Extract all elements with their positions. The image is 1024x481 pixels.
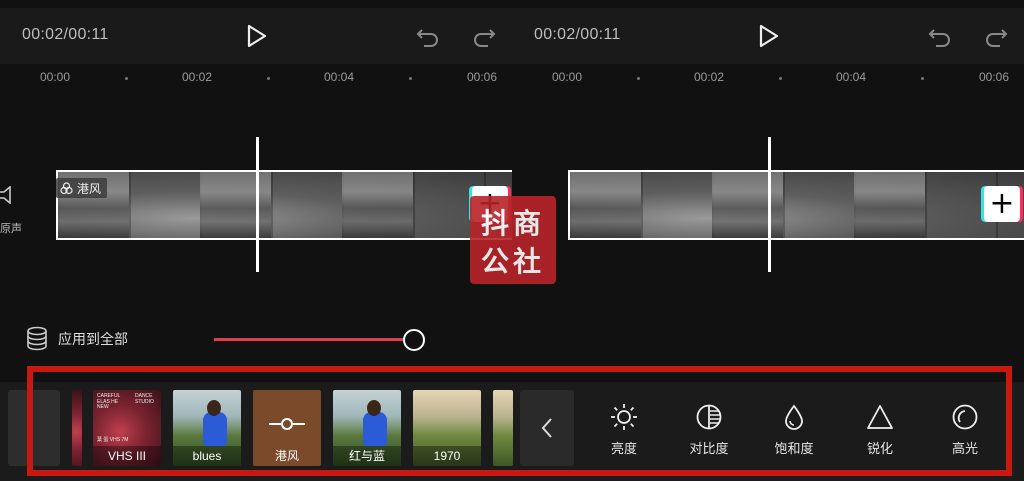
ruler-dot <box>779 77 782 80</box>
intensity-slider-track[interactable] <box>214 338 414 341</box>
drop-icon <box>785 404 803 430</box>
plus-icon: + <box>989 186 1015 221</box>
speaker-icon[interactable] <box>0 186 16 204</box>
ruler-tick: 00:06 <box>467 70 498 84</box>
ruler-tick: 00:06 <box>979 70 1010 84</box>
ruler-tick: 00:04 <box>324 70 355 84</box>
play-icon[interactable] <box>246 24 268 48</box>
redo-icon[interactable] <box>472 26 496 48</box>
clip-filter-tag: 港风 <box>56 178 108 198</box>
tool-highlight[interactable]: 高光 <box>930 398 1000 462</box>
apply-all-label: 应用到全部 <box>58 331 128 347</box>
filter-tile-vhs-iii[interactable]: CAREFUL ELAS HE NEW DANCE STUDIO 葉 蛋 VHS… <box>93 390 161 466</box>
tool-sharpen[interactable]: 锐化 <box>845 398 915 462</box>
undo-icon[interactable] <box>416 26 440 48</box>
clip-frame <box>712 172 783 238</box>
watermark-text: 公社 <box>480 245 545 278</box>
filter-tile-red-blue[interactable]: 红与蓝 <box>333 390 401 466</box>
ruler-dot <box>409 77 412 80</box>
chevron-left-icon <box>541 418 552 438</box>
clip-frame <box>200 172 271 238</box>
filter-tile-blues[interactable]: blues <box>173 390 241 466</box>
undo-icon[interactable] <box>928 26 952 48</box>
clip-frame <box>854 172 925 238</box>
ruler-tick: 00:04 <box>836 70 867 84</box>
timeline-ruler: 00:00 00:02 00:04 00:06 <box>512 64 1024 94</box>
video-clip[interactable] <box>568 170 1024 240</box>
sun-icon <box>611 404 637 430</box>
filter-tile-label: 港风 <box>274 449 299 463</box>
tool-label: 高光 <box>951 441 978 456</box>
ruler-dot <box>125 77 128 80</box>
ruler-tick: 00:00 <box>40 70 71 84</box>
watermark-logo: 抖商 公社 <box>470 196 556 284</box>
filter-tile-label: 1970 <box>413 446 481 466</box>
ruler-dot <box>267 77 270 80</box>
playback-time: 00:02/00:11 <box>534 26 621 43</box>
playhead[interactable] <box>768 137 771 272</box>
highlight-icon <box>952 404 978 430</box>
ruler-dot <box>921 77 924 80</box>
play-icon[interactable] <box>758 24 780 48</box>
layers-icon <box>27 326 47 351</box>
timeline-ruler: 00:00 00:02 00:04 00:06 <box>0 64 512 94</box>
clip-filter-name: 港风 <box>77 181 102 196</box>
triangle-icon <box>867 405 893 429</box>
filter-tile-label: 红与蓝 <box>333 446 401 466</box>
album-text: DANCE STUDIO <box>135 393 154 405</box>
watermark-text: 抖商 <box>480 207 545 240</box>
tool-contrast[interactable]: 对比度 <box>674 398 744 462</box>
tool-label: 亮度 <box>610 441 637 456</box>
video-clip[interactable] <box>56 170 512 240</box>
album-text: 葉 蛋 VHS 7M <box>97 437 129 443</box>
ruler-dot <box>637 77 640 80</box>
tool-saturation[interactable]: 饱和度 <box>759 398 829 462</box>
intensity-slider-knob[interactable] <box>403 329 425 351</box>
tool-label: 饱和度 <box>774 441 814 456</box>
filter-tile-partial[interactable] <box>493 390 513 466</box>
filter-tile-partial[interactable] <box>72 390 82 466</box>
tool-label: 对比度 <box>689 441 729 456</box>
album-text: CAREFUL ELAS HE NEW <box>97 393 121 410</box>
filter-icon <box>60 181 73 194</box>
apply-all-toggle[interactable]: 应用到全部 <box>26 326 128 352</box>
clip-frame <box>342 172 413 238</box>
tool-brightness[interactable]: 亮度 <box>589 398 659 462</box>
ruler-tick: 00:02 <box>694 70 725 84</box>
playhead[interactable] <box>256 137 259 272</box>
adjust-intensity-icon[interactable] <box>267 414 307 434</box>
ruler-tick: 00:02 <box>182 70 213 84</box>
filter-tile-label: blues <box>173 446 241 466</box>
ruler-tick: 00:00 <box>552 70 583 84</box>
redo-icon[interactable] <box>984 26 1008 48</box>
filter-tile-selected[interactable]: 港风 <box>253 390 321 466</box>
original-audio-label[interactable]: 原声 <box>0 220 22 236</box>
filter-tile-partial[interactable] <box>8 390 60 466</box>
contrast-icon <box>696 404 722 430</box>
filter-tile-1970[interactable]: 1970 <box>413 390 481 466</box>
clip-frame <box>570 172 641 238</box>
tool-label: 锐化 <box>866 441 893 456</box>
back-button[interactable] <box>520 390 574 466</box>
filter-tile-label: VHS III <box>93 446 161 466</box>
playback-time: 00:02/00:11 <box>22 26 109 43</box>
add-clip-button[interactable]: + <box>984 186 1020 222</box>
